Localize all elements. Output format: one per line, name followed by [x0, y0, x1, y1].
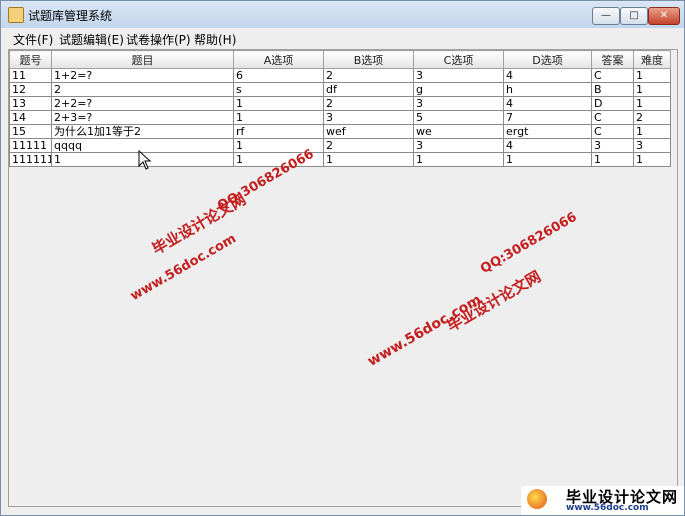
table-cell[interactable]: 1 [633, 82, 671, 97]
table-cell[interactable]: 14 [9, 110, 52, 125]
app-window: 试题库管理系统 — □ ✕ 文件(F) 试题编辑(E) 试卷操作(P) 帮助(H… [0, 0, 685, 516]
table-cell[interactable]: 5 [413, 110, 504, 125]
table-row[interactable]: 11 1+2=? 6 2 3 4 C 1 [9, 68, 671, 83]
table-cell[interactable]: 7 [503, 110, 592, 125]
title-bar[interactable]: 试题库管理系统 — □ ✕ [1, 1, 684, 28]
table-cell[interactable]: 4 [503, 138, 592, 153]
question-table[interactable]: 题号 题目 A选项 B选项 C选项 D选项 答案 难度 11 1+2=? 6 2… [9, 50, 671, 167]
table-cell[interactable]: 2 [323, 138, 414, 153]
table-cell[interactable]: 111111 [9, 152, 52, 167]
menu-file[interactable]: 文件(F) [13, 31, 53, 48]
table-cell[interactable]: 2+3=? [51, 110, 234, 125]
table-cell[interactable]: C [591, 110, 634, 125]
table-row[interactable]: 13 2+2=? 1 2 3 4 D 1 [9, 96, 671, 111]
table-cell[interactable]: df [323, 82, 414, 97]
table-cell[interactable]: 2 [323, 96, 414, 111]
table-cell[interactable]: C [591, 68, 634, 83]
table-cell[interactable]: 3 [413, 68, 504, 83]
table-cell[interactable]: 1 [633, 96, 671, 111]
table-cell[interactable]: 3 [633, 138, 671, 153]
mouse-pointer-icon [138, 150, 152, 170]
table-cell[interactable]: 12 [9, 82, 52, 97]
table-cell[interactable]: g [413, 82, 504, 97]
column-header-id[interactable]: 题号 [9, 50, 52, 69]
table-row[interactable]: 15 为什么1加1等于2 rf wef we ergt C 1 [9, 124, 671, 139]
table-cell[interactable]: h [503, 82, 592, 97]
column-header-question[interactable]: 题目 [51, 50, 234, 69]
window-title: 试题库管理系统 [28, 9, 113, 23]
table-row[interactable]: 12 2 s df g h B 1 [9, 82, 671, 97]
question-table-panel[interactable]: 题号 题目 A选项 B选项 C选项 D选项 答案 难度 11 1+2=? 6 2… [8, 49, 678, 507]
table-cell[interactable]: 1 [591, 152, 634, 167]
maximize-button[interactable]: □ [620, 7, 648, 25]
table-header-row: 题号 题目 A选项 B选项 C选项 D选项 答案 难度 [9, 50, 671, 69]
table-cell[interactable]: 2 [633, 110, 671, 125]
table-cell[interactable]: C [591, 124, 634, 139]
table-cell[interactable]: we [413, 124, 504, 139]
table-cell[interactable]: D [591, 96, 634, 111]
column-header-answer[interactable]: 答案 [591, 50, 634, 69]
table-cell[interactable]: 3 [413, 138, 504, 153]
app-icon [8, 7, 24, 23]
table-cell[interactable]: s [233, 82, 324, 97]
table-cell[interactable]: 3 [591, 138, 634, 153]
table-cell[interactable]: 1 [233, 96, 324, 111]
table-cell[interactable]: B [591, 82, 634, 97]
table-cell[interactable]: 15 [9, 124, 52, 139]
table-cell[interactable]: 3 [323, 110, 414, 125]
column-header-difficulty[interactable]: 难度 [633, 50, 671, 69]
menu-bar: 文件(F) 试题编辑(E) 试卷操作(P) 帮助(H) [1, 28, 684, 48]
column-header-option-a[interactable]: A选项 [233, 50, 324, 69]
menu-paper-operations[interactable]: 试卷操作(P) [126, 31, 191, 48]
table-cell[interactable]: 1 [633, 68, 671, 83]
column-header-option-c[interactable]: C选项 [413, 50, 504, 69]
menu-edit-questions[interactable]: 试题编辑(E) [59, 31, 124, 48]
column-header-option-d[interactable]: D选项 [503, 50, 592, 69]
table-cell[interactable]: rf [233, 124, 324, 139]
table-row[interactable]: 11111 qqqq 1 2 3 4 3 3 [9, 138, 671, 153]
logo-url: www.56doc.com [566, 503, 649, 513]
close-button[interactable]: ✕ [648, 7, 680, 25]
table-cell[interactable]: 1 [233, 110, 324, 125]
table-row[interactable]: 111111 1 1 1 1 1 1 1 [9, 152, 671, 167]
table-cell[interactable]: 1 [633, 152, 671, 167]
table-cell[interactable]: 13 [9, 96, 52, 111]
table-cell[interactable]: 11 [9, 68, 52, 83]
logo-globe-icon [527, 489, 547, 509]
table-cell[interactable]: 为什么1加1等于2 [51, 124, 234, 139]
table-cell[interactable]: 1 [503, 152, 592, 167]
table-cell[interactable]: 1 [633, 124, 671, 139]
table-cell[interactable]: wef [323, 124, 414, 139]
table-cell[interactable]: 2+2=? [51, 96, 234, 111]
table-cell[interactable]: 2 [323, 68, 414, 83]
table-cell[interactable]: 11111 [9, 138, 52, 153]
menu-help[interactable]: 帮助(H) [194, 31, 236, 48]
table-cell[interactable]: 4 [503, 68, 592, 83]
table-row[interactable]: 14 2+3=? 1 3 5 7 C 2 [9, 110, 671, 125]
minimize-button[interactable]: — [592, 7, 620, 25]
table-cell[interactable]: 1 [323, 152, 414, 167]
table-cell[interactable]: 2 [51, 82, 234, 97]
table-cell[interactable]: 3 [413, 96, 504, 111]
column-header-option-b[interactable]: B选项 [323, 50, 414, 69]
table-cell[interactable]: ergt [503, 124, 592, 139]
table-cell[interactable]: 4 [503, 96, 592, 111]
table-cell[interactable]: 6 [233, 68, 324, 83]
table-cell[interactable]: 1 [413, 152, 504, 167]
table-cell[interactable]: 1+2=? [51, 68, 234, 83]
